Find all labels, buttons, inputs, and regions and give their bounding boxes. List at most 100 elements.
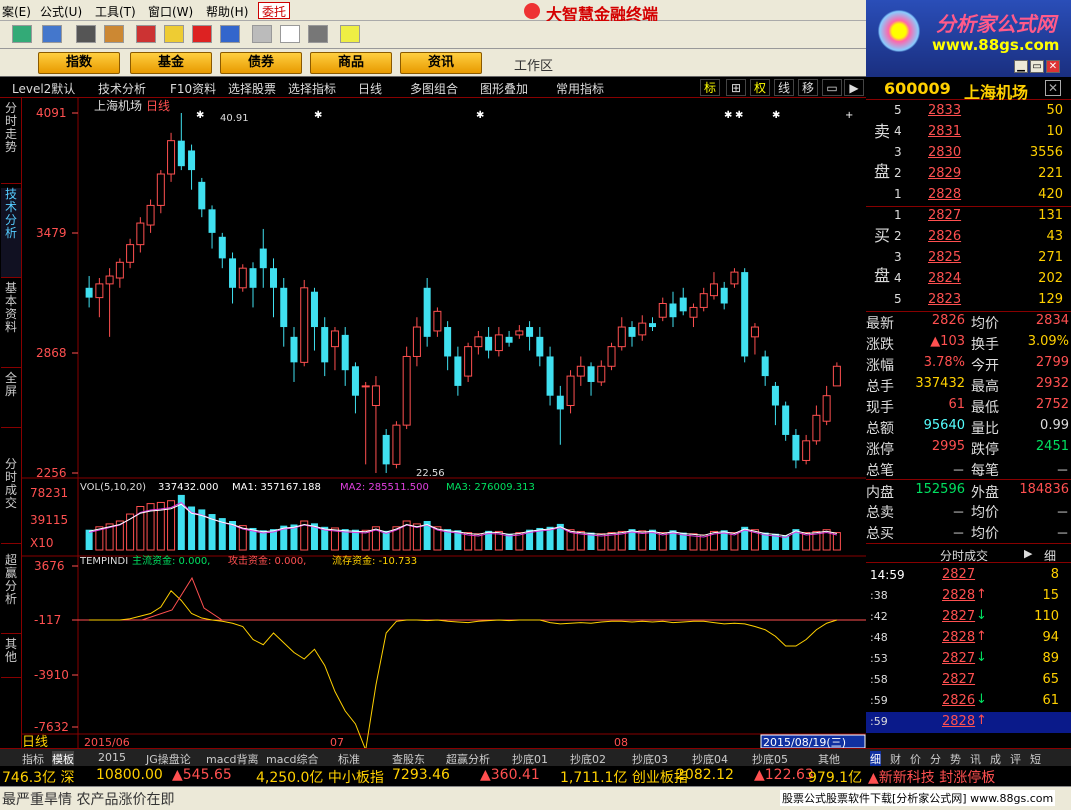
right-panel-tab[interactable]: 细	[870, 751, 881, 767]
nav-bond-button[interactable]: 债券	[220, 52, 302, 74]
right-panel-tab[interactable]: 价	[910, 751, 921, 767]
multi-chart-select[interactable]: 多图组合	[410, 80, 458, 97]
window-button[interactable]: ▭	[822, 79, 842, 96]
sell-row[interactable]: 3 2830 3556	[866, 143, 1071, 164]
close-panel-icon[interactable]: ✕	[1045, 80, 1061, 96]
ticker-item[interactable]: ▲545.65	[172, 767, 232, 783]
indicator-tab[interactable]: 2015	[98, 751, 126, 764]
close-icon[interactable]: ✕	[1046, 60, 1060, 73]
chart-tool-icon[interactable]	[12, 25, 32, 43]
binoculars-icon[interactable]	[76, 25, 96, 43]
download-link[interactable]: 股票公式股票软件下载[分析家公式网] www.88gs.com	[780, 790, 1056, 806]
sell-row[interactable]: 4 2831 10	[866, 122, 1071, 143]
buy-row[interactable]: 1 2827 131	[866, 206, 1071, 227]
menu-help[interactable]: 帮助(H)	[206, 3, 248, 20]
buy-row[interactable]: 5 2823 129	[866, 290, 1071, 311]
ticker-item[interactable]: 10800.00	[96, 767, 163, 783]
tab-super-win[interactable]: 超赢分析	[1, 554, 21, 634]
indicator-tab[interactable]: macd背离	[206, 751, 259, 767]
right-panel-tab[interactable]: 短	[1030, 751, 1041, 767]
indicator-tab[interactable]: 标准	[338, 751, 360, 767]
select-indicator-button[interactable]: 选择指标	[288, 80, 336, 97]
menu-formula[interactable]: 公式(U)	[40, 3, 82, 20]
tab-fundamentals[interactable]: 基本资料	[1, 282, 21, 368]
menu-edit[interactable]: 案(E)	[2, 3, 31, 20]
tick-row[interactable]: 14:59 2827 8	[866, 565, 1071, 586]
ticker-item[interactable]: 7293.46	[392, 767, 450, 783]
tab-fullscreen[interactable]: 全屏	[1, 372, 21, 428]
flag-icon[interactable]	[136, 25, 156, 43]
ticker-item[interactable]: 2082.12	[676, 767, 734, 783]
chart-area[interactable]: 上海机场 日线 ✱ ✱ ✱ ✱ ✱ ✱ + 4091 3479 2868 2256 78231 391…	[22, 98, 866, 752]
common-indicator-select[interactable]: 常用指标	[556, 80, 604, 97]
news-message[interactable]: 最严重旱情 农产品涨价在即	[2, 789, 174, 809]
restore-icon[interactable]: ▭	[1030, 60, 1044, 73]
ticker-item[interactable]: 1,711.1亿 创业板指	[560, 767, 688, 787]
line-button[interactable]: 线	[774, 79, 794, 96]
nav-commodity-button[interactable]: 商品	[310, 52, 392, 74]
buy-row[interactable]: 2 2826 43	[866, 227, 1071, 248]
tab-other[interactable]: 其他	[1, 638, 21, 678]
indicator-tab[interactable]: 抄底03	[632, 751, 668, 767]
tab-ticks[interactable]: 分时成交	[1, 458, 21, 544]
indicator-tab[interactable]: 超赢分析	[446, 751, 490, 767]
select-stock-button[interactable]: 选择股票	[228, 80, 276, 97]
indicator-tab[interactable]: 抄底02	[570, 751, 606, 767]
right-panel-tab[interactable]: 讯	[970, 751, 981, 767]
print-icon[interactable]	[252, 25, 272, 43]
indicator-tab[interactable]: 查股东	[392, 751, 425, 767]
nav-fund-button[interactable]: 基金	[130, 52, 212, 74]
right-panel-tab[interactable]: 分	[930, 751, 941, 767]
layout-select[interactable]: Level2默认	[12, 80, 75, 97]
nav-index-button[interactable]: 指数	[38, 52, 120, 74]
info-icon[interactable]	[220, 25, 240, 43]
indicator-tab[interactable]: JG操盘论	[146, 751, 191, 767]
sort-tool-icon[interactable]	[104, 25, 124, 43]
tick-row[interactable]: :38 2828 ↑ 15	[866, 586, 1071, 607]
ticker-item[interactable]: 746.3亿 深	[2, 767, 75, 787]
indicator-tab[interactable]: 其他	[818, 751, 840, 767]
ticks-play-icon[interactable]: ▶	[1024, 547, 1038, 560]
compare-tool-icon[interactable]	[42, 25, 62, 43]
indicator-tab[interactable]: 指标	[22, 751, 44, 767]
tick-row[interactable]: :59 2826 ↓ 61	[866, 691, 1071, 712]
menu-tools[interactable]: 工具(T)	[95, 3, 136, 20]
ticker-item[interactable]: 979.1亿	[808, 767, 862, 787]
ticker-item[interactable]: ▲122.63	[754, 767, 814, 783]
indicator-tab[interactable]: 抄底01	[512, 751, 548, 767]
f10-button[interactable]: F10资料	[170, 80, 216, 97]
trust-button[interactable]: 委托	[258, 2, 291, 19]
play-button[interactable]: ▶	[844, 79, 864, 96]
tab-tech-analysis[interactable]: 技术分析	[1, 188, 21, 278]
tick-row[interactable]: :58 2827 65	[866, 670, 1071, 691]
buy-row[interactable]: 3 2825 271	[866, 248, 1071, 269]
ticks-detail-button[interactable]: 细	[1044, 547, 1056, 564]
indicator-tab[interactable]: macd综合	[266, 751, 319, 767]
mark-button[interactable]: 标	[700, 79, 720, 96]
rights-button[interactable]: 权	[750, 79, 770, 96]
overlay-button[interactable]: 图形叠加	[480, 80, 528, 97]
move-button[interactable]: 移	[798, 79, 818, 96]
right-panel-tab[interactable]: 评	[1010, 751, 1021, 767]
tick-row[interactable]: :42 2827 ↓ 110	[866, 607, 1071, 628]
grid-button[interactable]: ⊞	[726, 79, 746, 96]
tab-intraday[interactable]: 分时走势	[1, 102, 21, 184]
sell-row[interactable]: 5 2833 50	[866, 101, 1071, 122]
indicator-tab[interactable]: 抄底05	[752, 751, 788, 767]
period-select[interactable]: 日线	[358, 80, 382, 97]
tick-row[interactable]: :53 2827 ↓ 89	[866, 649, 1071, 670]
minimize-icon[interactable]: ▁	[1014, 60, 1028, 73]
right-panel-tab[interactable]: 财	[890, 751, 901, 767]
tick-row[interactable]: :48 2828 ↑ 94	[866, 628, 1071, 649]
indicator-tab[interactable]: 抄底04	[692, 751, 728, 767]
tick-row[interactable]: :59 2828 ↑	[866, 712, 1071, 733]
nav-news-button[interactable]: 资讯	[400, 52, 482, 74]
alert-icon[interactable]	[192, 25, 212, 43]
ticker-item[interactable]: ▲新新科技 封涨停板	[868, 767, 995, 787]
right-panel-tab[interactable]: 成	[990, 751, 1001, 767]
diamond-icon[interactable]	[164, 25, 184, 43]
layout-icon[interactable]	[280, 25, 300, 43]
menu-window[interactable]: 窗口(W)	[148, 3, 193, 20]
ticker-item[interactable]: ▲360.41	[480, 767, 540, 783]
kline-chart[interactable]: 上海机场 日线 ✱ ✱ ✱ ✱ ✱ ✱ + 409134792868225678231391…	[22, 98, 866, 752]
